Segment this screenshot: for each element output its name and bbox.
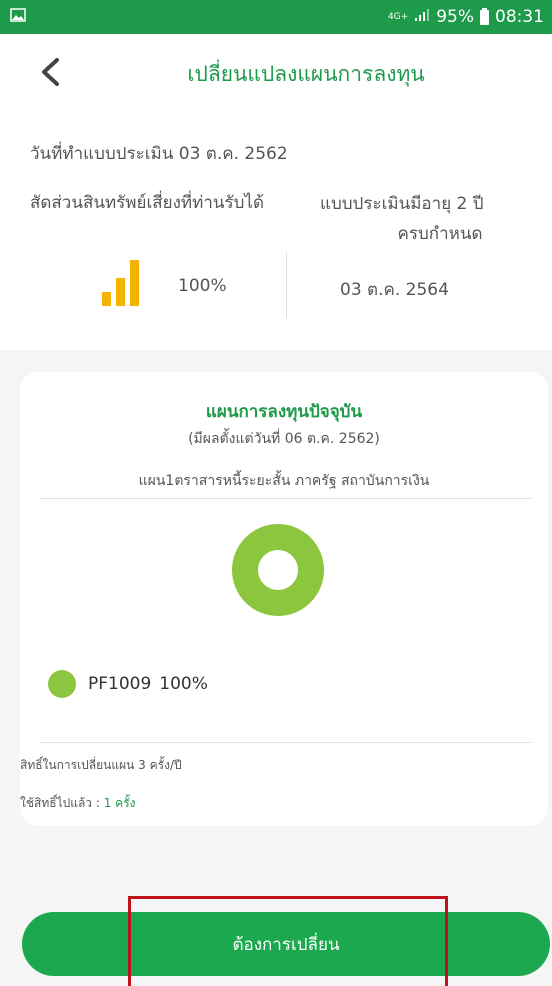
- fund-code: PF1009: [88, 674, 152, 694]
- validity-label: แบบประเมินมีอายุ 2 ปี ครบกำหนด: [320, 189, 520, 249]
- used-rights-text: ใช้สิทธิ์ไปแล้ว : 1 ครั้ง: [20, 794, 136, 813]
- current-plan-title: แผนการลงทุนปัจจุบัน: [205, 402, 363, 422]
- assessment-date: วันที่ทำแบบประเมิน 03 ต.ค. 2562: [30, 144, 288, 164]
- signal-icon: [414, 7, 430, 27]
- divider: [40, 498, 532, 499]
- used-rights-label: ใช้สิทธิ์ไปแล้ว :: [20, 796, 104, 810]
- change-rights-text: สิทธิ์ในการเปลี่ยนแผน 3 ครั้ง/ปี: [20, 758, 182, 772]
- legend-color-dot: [48, 670, 76, 698]
- clock: 08:31: [495, 7, 544, 27]
- legend-item: PF1009 100%: [48, 670, 208, 698]
- fund-percent: 100%: [159, 674, 208, 694]
- plan-name: แผน1ตราสารหนี้ระยะสั้น ภาครัฐ สถาบันการเ…: [138, 473, 430, 489]
- page-title: เปลี่ยนแปลงแผนการลงทุน: [187, 62, 425, 86]
- network-type: 4G+: [387, 11, 409, 22]
- current-plan-card: แผนการลงทุนปัจจุบัน (มีผลตั้งแต่วันที่ 0…: [20, 372, 548, 826]
- battery-percent: 95%: [436, 7, 474, 27]
- used-rights-value: 1 ครั้ง: [103, 796, 136, 810]
- change-plan-button[interactable]: ต้องการเปลี่ยน: [22, 912, 550, 976]
- divider: [286, 252, 287, 318]
- risk-value: 100%: [178, 276, 227, 296]
- divider: [40, 742, 532, 743]
- donut-slice-pf1009: [232, 524, 324, 616]
- assessment-section: เปลี่ยนแปลงแผนการลงทุน วันที่ทำแบบประเมิ…: [0, 34, 552, 350]
- effective-date: (มีผลตั้งแต่วันที่ 06 ต.ค. 2562): [188, 431, 380, 447]
- status-right: 4G+ 95% 08:31: [388, 7, 544, 27]
- status-left: [10, 7, 26, 27]
- battery-icon: [480, 7, 489, 25]
- back-button[interactable]: [30, 52, 70, 92]
- validity-label-line1: แบบประเมินมีอายุ 2 ปี: [320, 194, 484, 214]
- allocation-donut-chart: [232, 524, 324, 616]
- bar-level-icon: [102, 260, 139, 306]
- expiry-date: 03 ต.ค. 2564: [340, 280, 449, 300]
- change-plan-button-label: ต้องการเปลี่ยน: [232, 934, 340, 955]
- image-icon: [10, 7, 26, 27]
- status-bar: 4G+ 95% 08:31: [0, 0, 552, 34]
- validity-label-line2: ครบกำหนด: [397, 224, 483, 244]
- risk-tolerance-label: สัดส่วนสินทรัพย์เสี่ยงที่ท่านรับได้: [30, 193, 264, 213]
- chevron-left-icon: [42, 58, 59, 86]
